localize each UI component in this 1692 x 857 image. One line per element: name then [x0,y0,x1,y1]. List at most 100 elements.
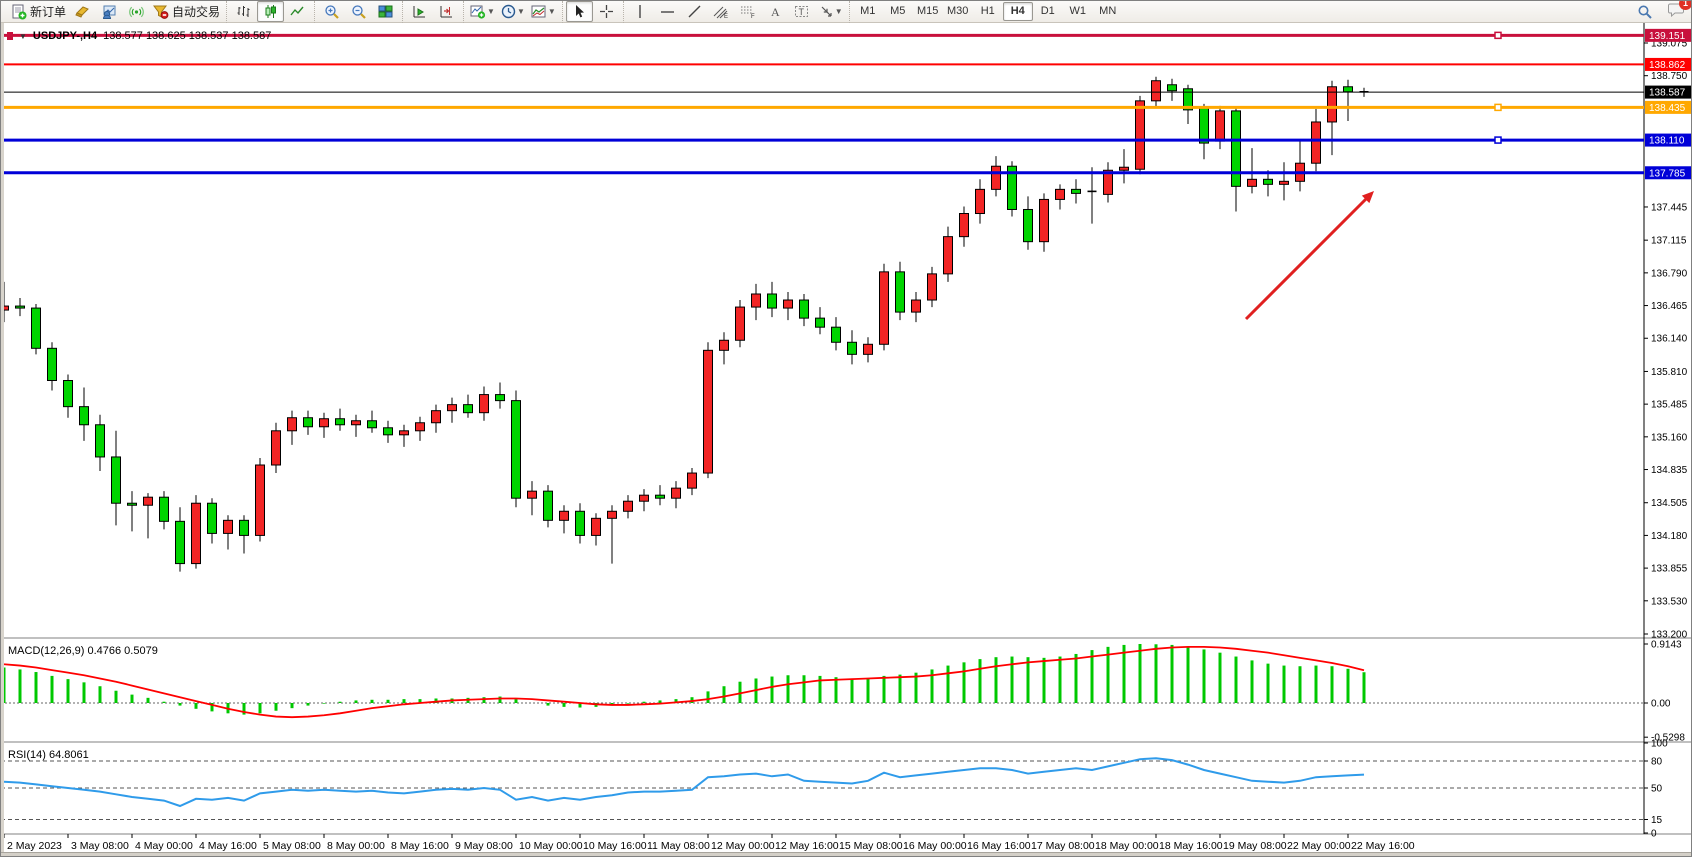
profile-button[interactable] [96,1,123,22]
arrows-caret: ▼ [835,7,843,16]
chat-notification-badge: 1 [1679,0,1692,10]
time-tick-label: 5 May 08:00 [263,840,321,852]
timeframe-button-h1[interactable]: H1 [973,2,1003,21]
time-tick-label: 10 May 00:00 [519,840,583,852]
cursor-button[interactable] [566,1,593,22]
auto-scroll-button[interactable] [406,1,433,22]
text-label-button[interactable]: T [789,1,816,22]
candle-body [912,300,921,312]
channel-icon: E [713,4,729,19]
horizontal-line-button[interactable] [654,1,681,22]
signals-icon [129,4,144,19]
chat-button[interactable]: 1 [1668,1,1685,22]
templates-icon [531,4,547,19]
candle-body [544,491,553,520]
timeframe-button-h4[interactable]: H4 [1003,2,1033,21]
indicators-button[interactable]: ▼ [467,1,498,22]
candle-body [16,306,25,308]
candle-body [400,431,409,435]
line-handle[interactable] [1495,104,1501,110]
time-axis[interactable]: 2 May 20233 May 08:004 May 00:004 May 16… [4,834,1415,852]
chart-shift-icon [439,4,454,19]
candle-body [656,495,665,498]
autotrading-button[interactable]: 自动交易 [150,1,223,22]
timeframe-button-w1[interactable]: W1 [1063,2,1093,21]
new-order-button[interactable]: 新订单 [8,1,69,22]
trendline-icon [687,4,702,19]
timeframe-button-d1[interactable]: D1 [1033,2,1063,21]
price-badge-value: 138.110 [1649,136,1685,147]
trend-arrow-line[interactable] [1246,195,1370,319]
arrows-button[interactable]: ▼ [816,1,846,22]
candle-body [816,318,825,327]
candle-body [576,511,585,535]
candle-body [384,428,393,435]
horizontal-line-icon [660,5,675,19]
chart-window: 139.075138.750137.445137.115136.790136.4… [1,23,1692,857]
chart-ohlc-values: 138.577 138.625 138.537 138.587 [103,30,271,42]
candle-body [496,395,505,401]
timeframe-button-m30[interactable]: M30 [943,2,973,21]
candle-body [160,497,169,521]
time-tick-label: 4 May 16:00 [199,840,257,852]
fibonacci-button[interactable]: F [735,1,762,22]
price-tick-label: 134.180 [1651,531,1688,542]
bar-chart-button[interactable] [230,1,257,22]
price-badge-value: 138.435 [1649,103,1686,114]
vertical-line-icon [633,4,647,19]
svg-text:A: A [771,5,780,19]
time-tick-label: 4 May 00:00 [135,840,193,852]
candle-body [896,272,905,312]
line-handle[interactable] [1495,32,1501,38]
gold-tag-icon [75,4,90,19]
zoom-out-button[interactable] [345,1,372,22]
chevron-down-icon: ▼ [19,32,27,41]
candle-body [256,465,265,535]
price-axis[interactable]: 139.075138.750137.445137.115136.790136.4… [1644,39,1688,641]
periods-button[interactable]: ▼ [498,1,528,22]
signals-button[interactable] [123,1,150,22]
candle-body [272,431,281,465]
candle-body [448,405,457,411]
time-tick-label: 2 May 2023 [7,840,62,852]
templates-button[interactable]: ▼ [528,1,559,22]
candlestick-icon [263,4,278,19]
autotrading-icon [153,4,169,19]
candle-body [800,300,809,318]
toolbar-group-objects: ▼ ▼ ▼ [463,1,562,23]
crosshair-icon [599,4,614,19]
candle-body [1136,101,1145,169]
candle-body [704,350,713,473]
new-order-label: 新订单 [30,3,66,20]
time-tick-label: 8 May 00:00 [327,840,385,852]
tile-windows-button[interactable] [372,1,399,22]
market-watch-button[interactable] [69,1,96,22]
time-tick-label: 15 May 08:00 [839,840,903,852]
trendline-button[interactable] [681,1,708,22]
arrows-icon [819,4,834,19]
candle-body [928,274,937,300]
text-button[interactable]: A [762,1,789,22]
chart-canvas[interactable]: 139.075138.750137.445137.115136.790136.4… [1,23,1692,857]
chart-shift-button[interactable] [433,1,460,22]
zoom-in-button[interactable] [318,1,345,22]
timeframe-button-m15[interactable]: M15 [913,2,943,21]
candle-body [944,237,953,274]
candlestick-chart-button[interactable] [257,1,284,22]
price-tick-label: 134.505 [1651,498,1688,509]
line-handle[interactable] [1495,137,1501,143]
candle-body [1152,81,1161,101]
candle-body [1024,209,1033,241]
candle-body [1264,179,1273,184]
rsi-tick-label: 80 [1651,757,1663,768]
timeframe-button-mn[interactable]: MN [1093,2,1123,21]
timeframe-button-m5[interactable]: M5 [883,2,913,21]
rsi-pane: 1008050150 [1,739,1668,840]
timeframe-button-m1[interactable]: M1 [853,2,883,21]
vertical-line-button[interactable] [627,1,654,22]
search-button[interactable] [1631,1,1658,22]
crosshair-button[interactable] [593,1,620,22]
line-chart-button[interactable] [284,1,311,22]
equidistant-channel-button[interactable]: E [708,1,735,22]
trend-arrow[interactable] [1246,191,1374,319]
